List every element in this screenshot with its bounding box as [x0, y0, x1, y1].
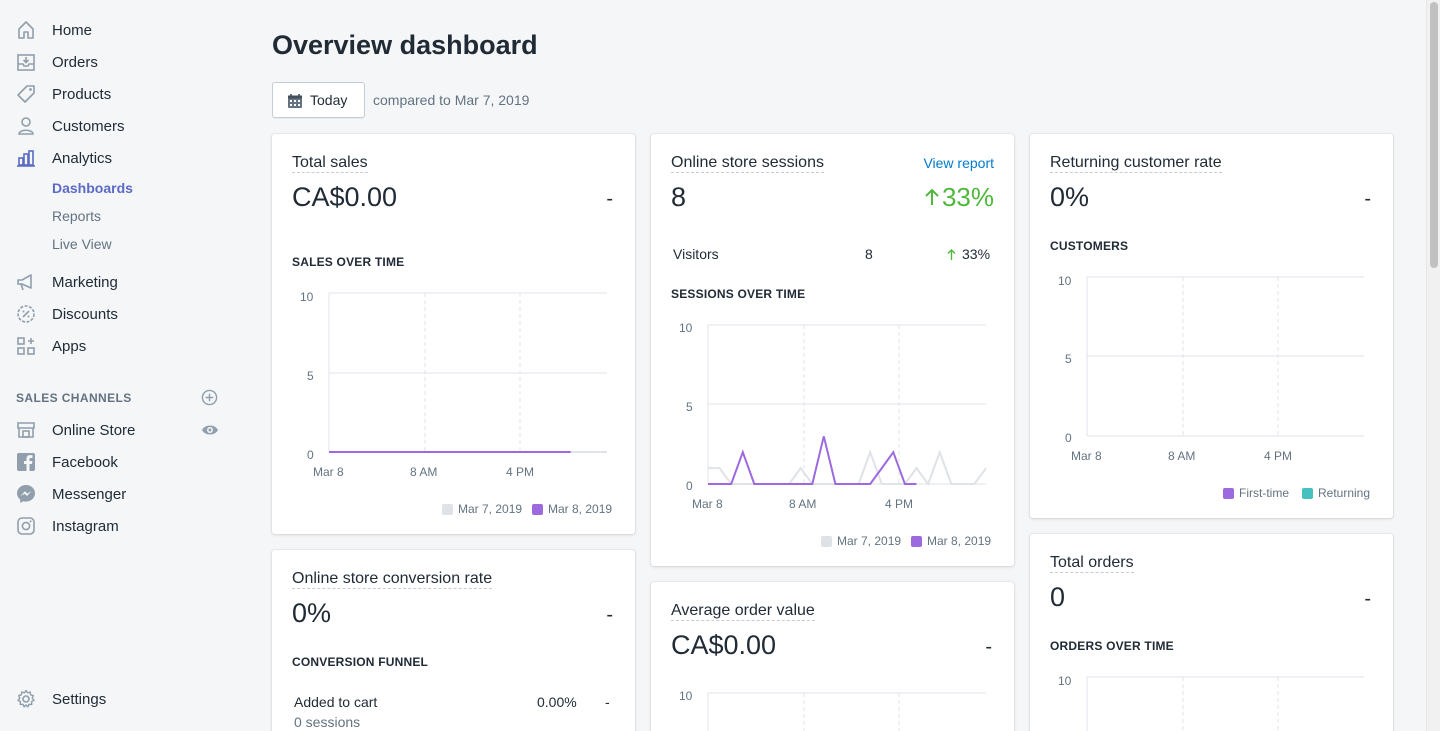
nav-orders[interactable]: Orders: [0, 46, 240, 78]
nav-messenger-label: Messenger: [52, 485, 127, 503]
nav-discounts-label: Discounts: [52, 305, 118, 323]
legend-swatch: [821, 535, 832, 547]
legend-item: Mar 8, 2019: [532, 502, 612, 516]
nav-discounts[interactable]: Discounts: [0, 298, 240, 330]
card-title[interactable]: Online store conversion rate: [292, 570, 493, 589]
x-tick: 4 PM: [506, 465, 535, 479]
add-circle-icon[interactable]: [201, 389, 218, 406]
nav-customers-label: Customers: [52, 117, 125, 135]
nav-facebook[interactable]: Facebook: [0, 446, 240, 478]
series-mar8-line: [708, 436, 917, 485]
nav-orders-label: Orders: [52, 53, 98, 71]
legend-item: First-time: [1223, 486, 1289, 500]
x-tick: 4 PM: [1264, 449, 1293, 463]
nav-products-label: Products: [52, 85, 112, 103]
store-icon: [17, 422, 35, 438]
nav-instagram-label: Instagram: [52, 517, 119, 535]
legend-item: Mar 7, 2019: [821, 534, 901, 548]
card-returning-customer-rate: Returning customer rate 0% - CUSTOMERS 1…: [1030, 134, 1393, 518]
nav-marketing-label: Marketing: [52, 273, 118, 291]
legend-swatch: [532, 503, 543, 515]
legend-item: Mar 8, 2019: [911, 534, 991, 548]
gear-icon: [17, 689, 35, 708]
nav-instagram[interactable]: Instagram: [0, 510, 240, 542]
card-dash: -: [606, 604, 613, 626]
nav-apps[interactable]: Apps: [0, 330, 240, 362]
legend-swatch: [1223, 487, 1234, 499]
nav-analytics-label: Analytics: [52, 149, 113, 167]
nav-home-label: Home: [52, 21, 93, 39]
nav-settings[interactable]: Settings: [0, 683, 240, 715]
card-average-order-value: Average order value CA$0.00 - 10: [651, 582, 1014, 731]
tag-icon: [17, 85, 35, 103]
chart-subheading: CONVERSION FUNNEL: [292, 655, 429, 669]
nav-products[interactable]: Products: [0, 78, 240, 110]
card-conversion-rate: Online store conversion rate 0% - CONVER…: [272, 550, 635, 731]
funnel-step-sessions: 0 sessions: [294, 714, 361, 730]
funnel-step-dash: -: [605, 694, 610, 710]
legend-label: Returning: [1318, 486, 1371, 500]
date-range-button[interactable]: Today: [272, 82, 365, 118]
eye-icon[interactable]: [201, 423, 219, 437]
legend-item: Returning: [1302, 486, 1370, 500]
nav-facebook-label: Facebook: [52, 453, 118, 471]
discount-icon: [17, 305, 35, 323]
orders-chart: [1086, 676, 1364, 731]
aov-chart: [707, 692, 986, 731]
legend-label: First-time: [1239, 486, 1289, 500]
home-icon: [18, 21, 34, 39]
nav-home[interactable]: Home: [0, 14, 240, 46]
nav-apps-label: Apps: [52, 337, 87, 355]
compare-text: compared to Mar 7, 2019: [373, 92, 530, 108]
calendar-icon: [288, 94, 302, 108]
legend-swatch: [911, 535, 922, 547]
legend-item: Mar 7, 2019: [442, 502, 522, 516]
legend-label: Mar 7, 2019: [458, 502, 523, 516]
instagram-icon: [17, 517, 35, 535]
subnav-live-view[interactable]: Live View: [52, 236, 112, 252]
subnav-reports[interactable]: Reports: [52, 208, 101, 224]
funnel-step-label: Added to cart: [294, 694, 378, 710]
orders-icon: [17, 54, 35, 71]
legend-label: Mar 8, 2019: [927, 534, 992, 548]
card-value: 0%: [292, 598, 332, 628]
nav-customers[interactable]: Customers: [0, 110, 240, 142]
x-tick: 8 AM: [1168, 449, 1196, 463]
legend-label: Mar 8, 2019: [548, 502, 613, 516]
x-tick: 8 AM: [789, 497, 817, 511]
megaphone-icon: [17, 274, 32, 291]
subnav-dashboards[interactable]: Dashboards: [52, 180, 133, 196]
card-total-orders: Total orders 0 - ORDERS OVER TIME 10: [1030, 534, 1393, 731]
person-icon: [18, 117, 34, 135]
funnel-step-percent: 0.00%: [537, 694, 577, 710]
sidebar: Home Orders Products Customers Analytics…: [0, 0, 240, 731]
nav-analytics[interactable]: Analytics: [0, 142, 240, 174]
x-tick: Mar 8: [1071, 449, 1102, 463]
scrollbar-thumb[interactable]: [1430, 2, 1438, 268]
nav-online-store-label: Online Store: [52, 421, 136, 439]
facebook-icon: [17, 453, 35, 471]
legend-swatch: [1302, 487, 1313, 499]
x-tick: Mar 8: [313, 465, 344, 479]
apps-icon: [17, 337, 35, 355]
x-tick: 8 AM: [410, 465, 438, 479]
grid: [328, 292, 607, 453]
page-title: Overview dashboard: [272, 30, 538, 60]
page-scrollbar[interactable]: [1426, 0, 1440, 731]
card-online-store-sessions: Online store sessions View report 8 33% …: [651, 134, 1014, 566]
nav-marketing[interactable]: Marketing: [0, 266, 240, 298]
bar-chart-icon: [17, 150, 35, 167]
sales-channels-title: SALES CHANNELS: [16, 391, 132, 405]
x-tick: 4 PM: [885, 497, 914, 511]
legend-swatch: [442, 503, 453, 515]
x-tick: Mar 8: [692, 497, 723, 511]
messenger-icon: [17, 485, 35, 503]
date-range-label: Today: [310, 92, 348, 108]
legend-label: Mar 7, 2019: [837, 534, 902, 548]
nav-messenger[interactable]: Messenger: [0, 478, 240, 510]
nav-settings-label: Settings: [52, 690, 107, 708]
card-total-sales: Total sales CA$0.00 - SALES OVER TIME 10…: [272, 134, 635, 534]
series-mar7-line: [708, 449, 987, 487]
